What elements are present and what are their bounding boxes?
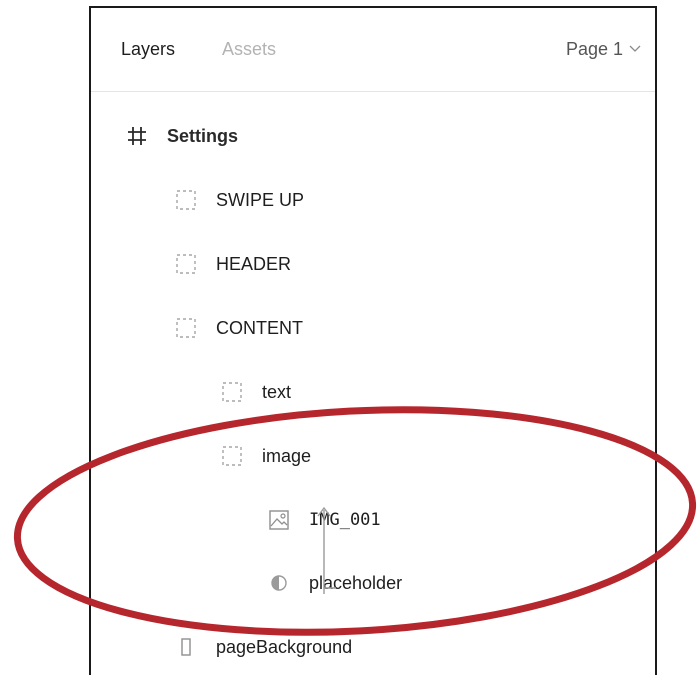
layers-panel: Layers Assets Page 1 Settings SWIPE UP H… xyxy=(89,6,657,675)
layer-row-swipe-up[interactable]: SWIPE UP xyxy=(174,185,304,215)
layer-label: pageBackground xyxy=(216,636,353,657)
layer-label: image xyxy=(262,445,312,466)
layer-row-image[interactable]: image xyxy=(220,441,311,471)
layer-row-text[interactable]: text xyxy=(220,377,291,407)
layer-label: SWIPE UP xyxy=(216,189,305,210)
dashed-frame-icon xyxy=(222,446,242,466)
dashed-frame-icon xyxy=(176,318,196,338)
layer-row-header[interactable]: HEADER xyxy=(174,249,291,279)
page-selector-label: Page 1 xyxy=(565,39,623,59)
dashed-frame-icon xyxy=(222,382,242,402)
screenshot-stage: Layers Assets Page 1 Settings SWIPE UP H… xyxy=(0,0,700,675)
hash-frame-icon xyxy=(128,127,146,145)
layer-label: text xyxy=(262,381,292,402)
half-circle-icon xyxy=(271,575,287,591)
tab-layers[interactable]: Layers xyxy=(121,38,175,60)
layer-label: Settings xyxy=(167,125,239,146)
layer-label: CONTENT xyxy=(216,317,303,338)
page-selector[interactable]: Page 1 xyxy=(566,38,641,60)
dashed-frame-icon xyxy=(176,254,196,274)
chevron-down-icon xyxy=(629,45,641,52)
dashed-frame-icon xyxy=(176,190,196,210)
tab-assets[interactable]: Assets xyxy=(222,38,276,60)
layer-row-page-background[interactable]: pageBackground xyxy=(174,632,352,662)
rectangle-icon xyxy=(181,638,191,656)
image-icon xyxy=(269,510,289,530)
layer-row-settings[interactable]: Settings xyxy=(125,121,238,151)
layer-label: HEADER xyxy=(216,253,292,274)
mask-connector-icon xyxy=(317,506,336,594)
layer-row-content[interactable]: CONTENT xyxy=(174,313,303,343)
panel-header: Layers Assets Page 1 xyxy=(91,8,655,92)
